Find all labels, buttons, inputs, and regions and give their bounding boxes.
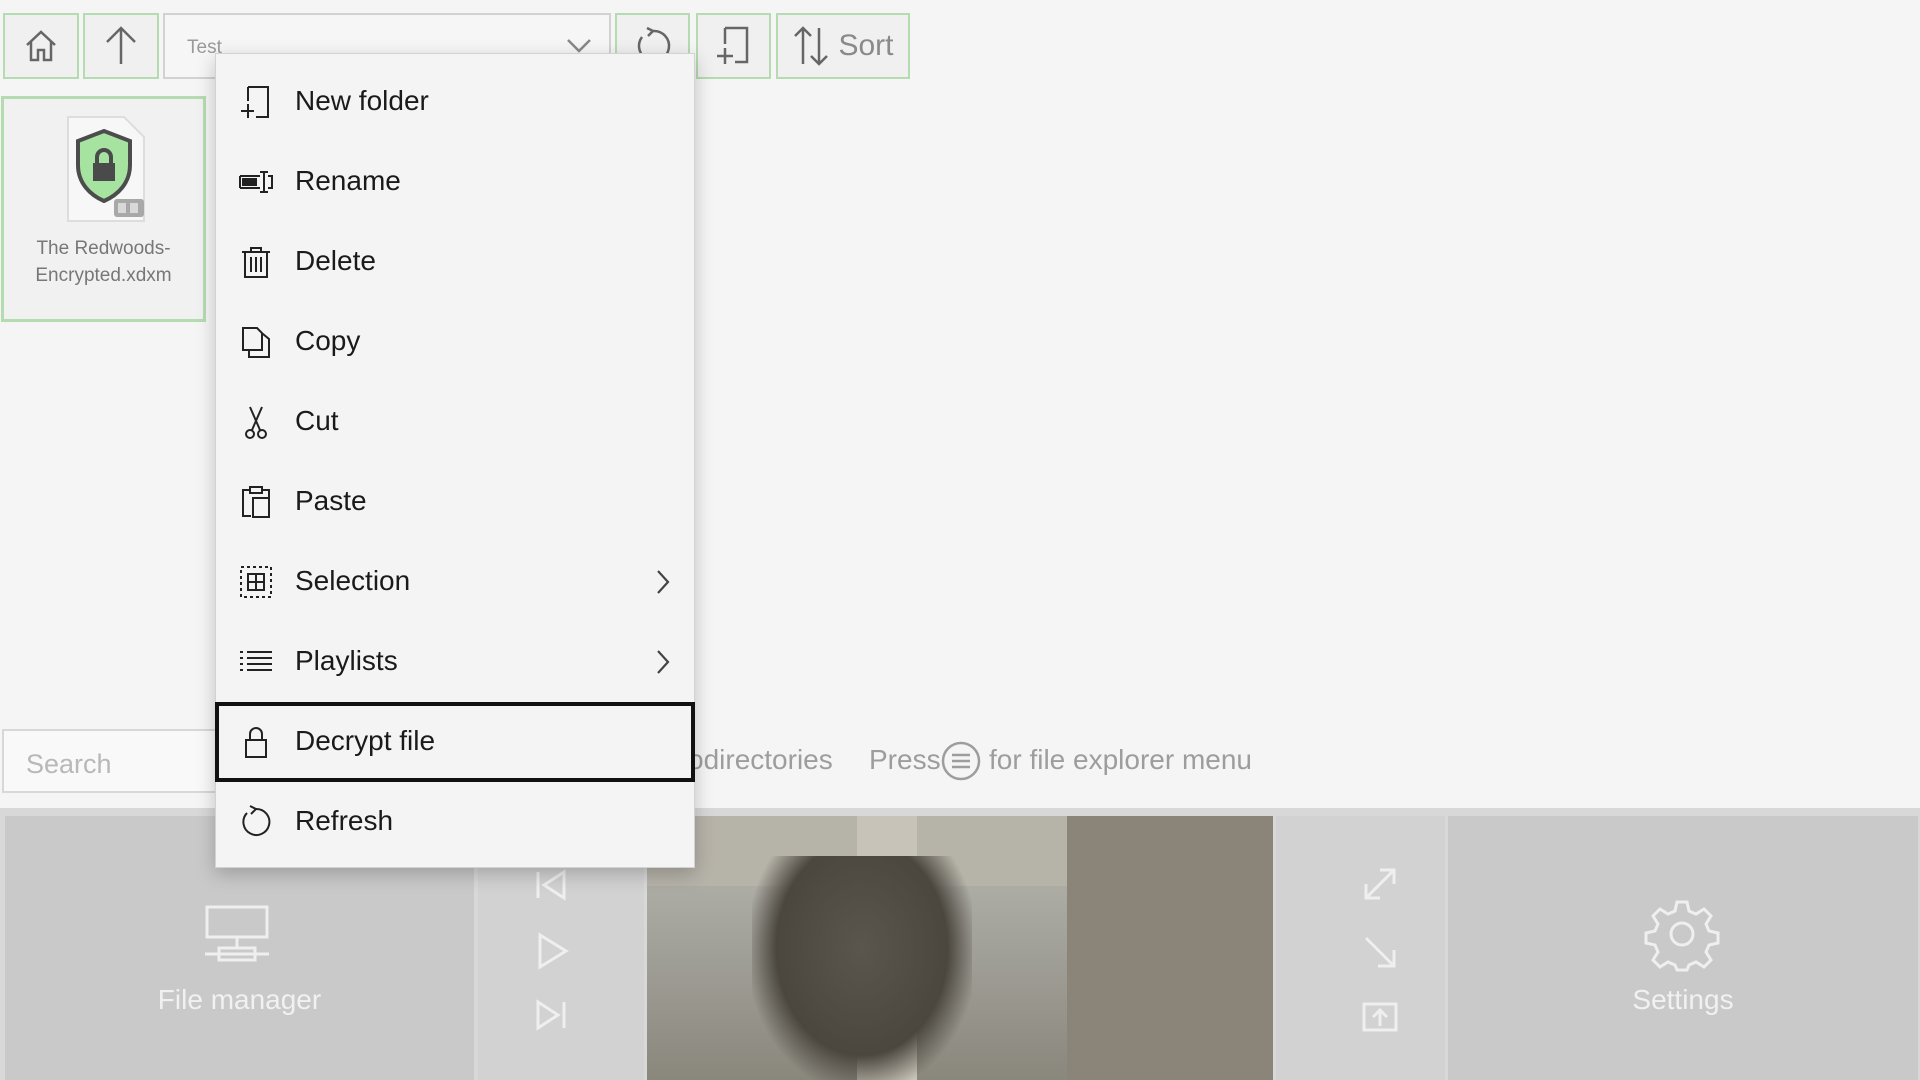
menu-item-label: Paste bbox=[295, 485, 367, 516]
chevron-right-icon bbox=[657, 570, 670, 594]
media-thumbnail[interactable] bbox=[647, 816, 1273, 1080]
menu-item-delete[interactable]: Delete bbox=[216, 222, 694, 302]
rename-icon bbox=[238, 164, 274, 200]
trash-icon bbox=[238, 244, 274, 280]
menu-item-label: Selection bbox=[295, 565, 411, 596]
previous-track-icon[interactable] bbox=[534, 868, 568, 902]
menu-item-label: Delete bbox=[295, 245, 376, 276]
new-folder-button[interactable] bbox=[696, 13, 771, 79]
copy-icon bbox=[238, 324, 274, 360]
menu-item-new-folder[interactable]: New folder bbox=[216, 62, 694, 142]
menu-item-label: Playlists bbox=[295, 645, 398, 676]
encrypted-file-icon bbox=[67, 116, 145, 222]
arrow-up-icon bbox=[106, 26, 136, 64]
home-button[interactable] bbox=[3, 13, 79, 79]
search-input[interactable]: Search bbox=[2, 729, 242, 793]
scissors-icon bbox=[238, 404, 274, 440]
new-folder-icon bbox=[238, 84, 274, 120]
menu-item-selection[interactable]: Selection bbox=[216, 542, 694, 622]
computer-network-icon bbox=[205, 905, 269, 962]
file-name: The Redwoods- Encrypted.xdxm bbox=[35, 238, 172, 286]
minimize-arrow-icon[interactable] bbox=[1360, 932, 1400, 972]
menu-item-paste[interactable]: Paste bbox=[216, 462, 694, 542]
press-label: Press bbox=[869, 744, 941, 775]
soldier-figure bbox=[752, 856, 972, 1080]
context-menu: New folder Rename Delete Copy Cut Paste … bbox=[215, 53, 695, 868]
menu-item-cut[interactable]: Cut bbox=[216, 382, 694, 462]
next-track-icon[interactable] bbox=[534, 998, 568, 1032]
menu-item-label: Refresh bbox=[295, 805, 394, 836]
menu-item-label: Rename bbox=[295, 165, 401, 196]
menu-item-rename[interactable]: Rename bbox=[216, 142, 694, 222]
menu-hint-label: for file explorer menu bbox=[989, 744, 1253, 775]
chevron-down-icon bbox=[567, 39, 591, 53]
play-icon[interactable] bbox=[536, 932, 570, 970]
sort-label: Sort bbox=[838, 29, 894, 62]
menu-item-label: New folder bbox=[295, 85, 429, 116]
selection-grid-icon bbox=[238, 564, 274, 600]
paste-icon bbox=[238, 484, 274, 520]
sort-icon bbox=[794, 26, 829, 66]
file-tile[interactable]: The Redwoods- Encrypted.xdxm bbox=[1, 96, 206, 322]
home-icon bbox=[26, 30, 56, 62]
up-button[interactable] bbox=[83, 13, 159, 79]
expand-icon[interactable] bbox=[1360, 864, 1400, 904]
menu-item-refresh[interactable]: Refresh bbox=[216, 782, 694, 862]
new-folder-icon bbox=[716, 26, 748, 64]
window-controls bbox=[1276, 816, 1445, 1080]
sort-button[interactable]: Sort bbox=[776, 13, 910, 79]
lock-icon bbox=[238, 724, 274, 760]
settings-tile[interactable]: Settings bbox=[1448, 816, 1918, 1080]
menu-item-label: Cut bbox=[295, 405, 339, 436]
menu-item-decrypt-file[interactable]: Decrypt file bbox=[215, 702, 695, 782]
gear-icon bbox=[1644, 900, 1720, 972]
refresh-icon bbox=[238, 804, 274, 840]
settings-label: Settings bbox=[1632, 984, 1734, 1015]
menu-item-copy[interactable]: Copy bbox=[216, 302, 694, 382]
menu-item-label: Copy bbox=[295, 325, 361, 356]
subdirectories-status: odirectories bbox=[688, 744, 833, 775]
search-placeholder: Search bbox=[26, 749, 112, 779]
menu-item-playlists[interactable]: Playlists bbox=[216, 622, 694, 702]
cast-icon[interactable] bbox=[1360, 996, 1400, 1034]
chevron-right-icon bbox=[657, 650, 670, 674]
menu-item-label: Decrypt file bbox=[295, 725, 436, 756]
menu-button-icon bbox=[941, 741, 981, 781]
list-icon bbox=[238, 644, 274, 680]
file-manager-label: File manager bbox=[157, 984, 322, 1015]
